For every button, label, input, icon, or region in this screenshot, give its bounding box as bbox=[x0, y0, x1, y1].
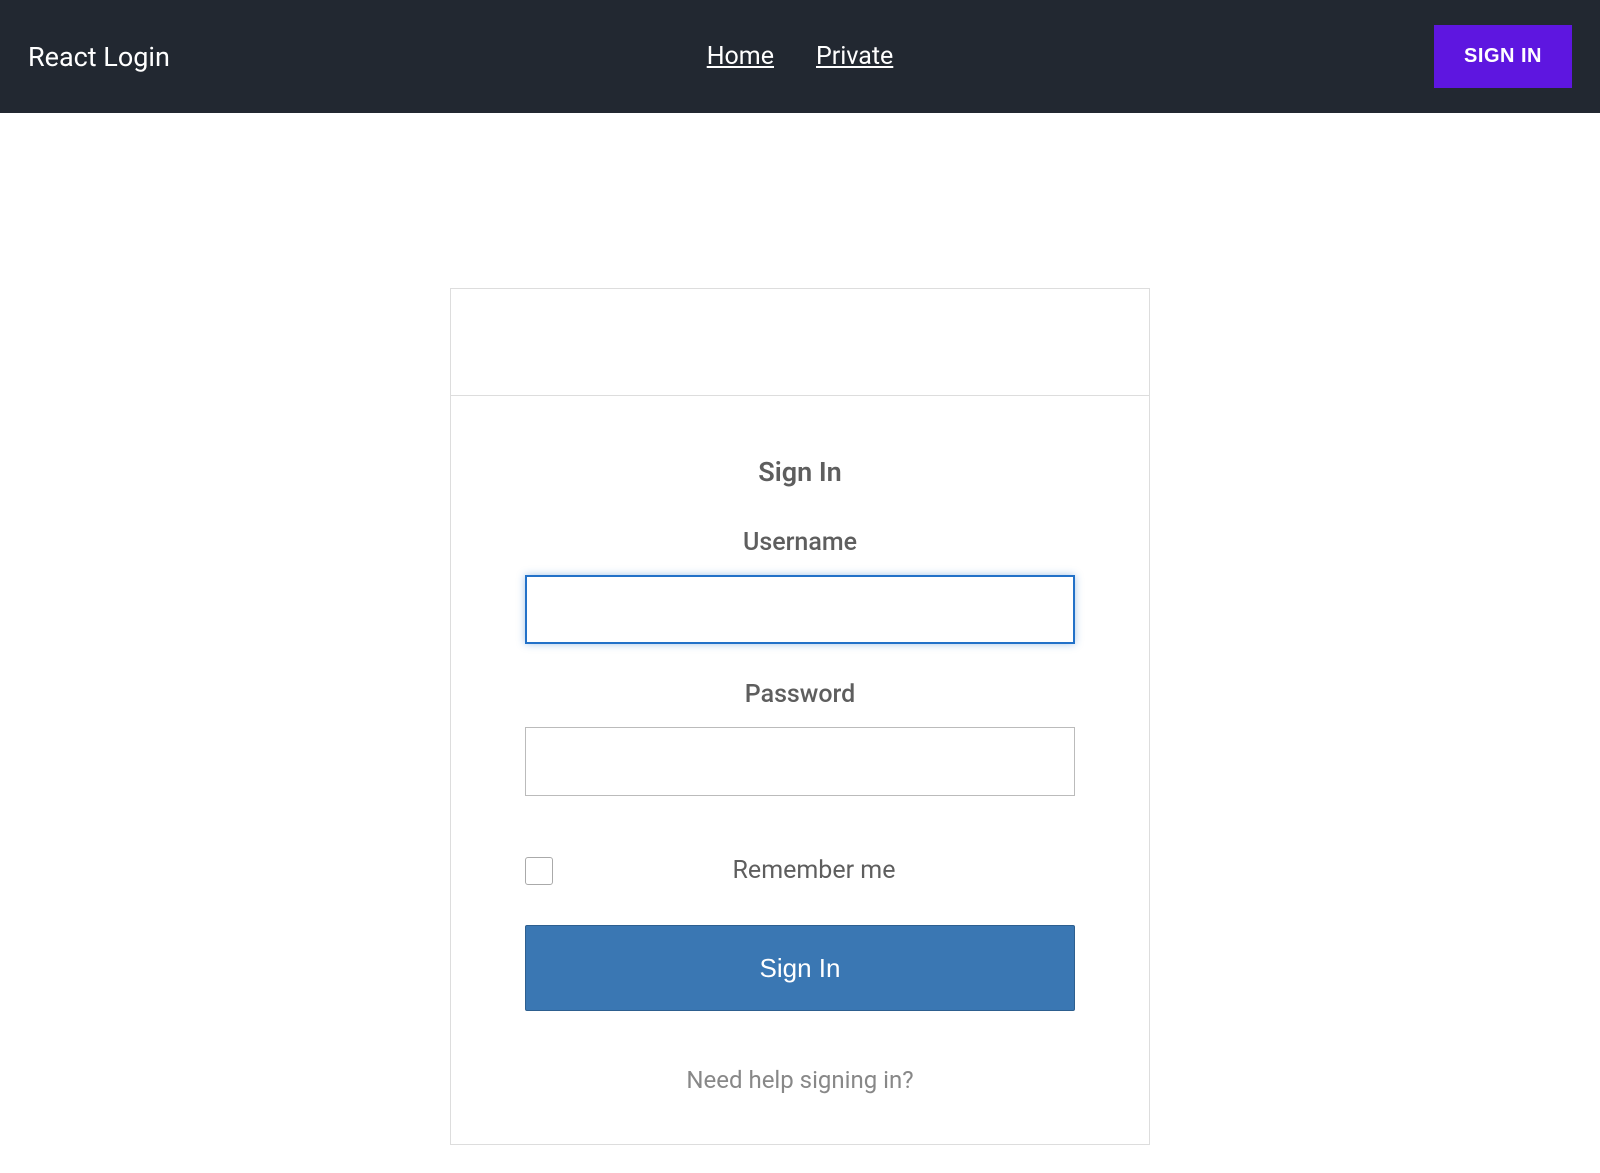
password-input[interactable] bbox=[525, 727, 1075, 796]
login-card: Sign In Username Password Remember me Si… bbox=[450, 288, 1150, 1145]
remember-label: Remember me bbox=[553, 856, 1075, 885]
login-card-header bbox=[451, 289, 1149, 396]
main-content: Sign In Username Password Remember me Si… bbox=[0, 113, 1600, 1145]
help-link[interactable]: Need help signing in? bbox=[525, 1066, 1075, 1094]
remember-row: Remember me bbox=[525, 856, 1075, 885]
signin-submit-button[interactable]: Sign In bbox=[525, 925, 1075, 1011]
username-label: Username bbox=[525, 528, 1075, 557]
nav-link-home[interactable]: Home bbox=[707, 42, 774, 71]
password-label: Password bbox=[525, 680, 1075, 709]
username-input[interactable] bbox=[525, 575, 1075, 644]
login-card-body: Sign In Username Password Remember me Si… bbox=[451, 396, 1149, 1144]
signin-nav-button[interactable]: SIGN IN bbox=[1434, 25, 1572, 88]
navbar-links: Home Private bbox=[707, 42, 894, 71]
username-group: Username bbox=[525, 528, 1075, 644]
password-group: Password bbox=[525, 680, 1075, 796]
nav-link-private[interactable]: Private bbox=[816, 42, 893, 71]
login-title: Sign In bbox=[525, 456, 1075, 488]
remember-checkbox[interactable] bbox=[525, 857, 553, 885]
navbar-brand: React Login bbox=[28, 41, 170, 73]
navbar: React Login Home Private SIGN IN bbox=[0, 0, 1600, 113]
